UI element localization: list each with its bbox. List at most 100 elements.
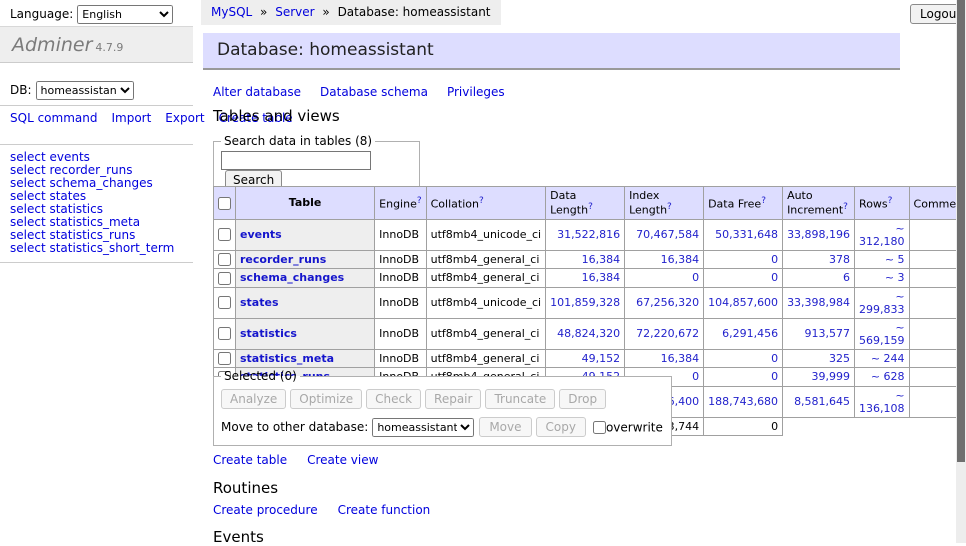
data-length-link[interactable]: 16,384 — [582, 271, 621, 284]
rows-count-link[interactable]: ~ 569,159 — [859, 321, 905, 347]
auto-increment-link[interactable]: 33,898,196 — [787, 228, 850, 241]
language-select[interactable]: English — [77, 5, 173, 24]
auto-increment-link[interactable]: 6 — [843, 271, 850, 284]
column-help-link[interactable]: ? — [888, 196, 893, 206]
overwrite-checkbox[interactable] — [593, 421, 606, 434]
breadcrumb-server-link[interactable]: Server — [275, 5, 314, 19]
column-help-link[interactable]: ? — [761, 196, 766, 206]
auto-increment-cell: 6 — [783, 269, 855, 288]
engine-cell: InnoDB — [375, 250, 426, 269]
rows-count-link[interactable]: ~ 244 — [871, 352, 905, 365]
database-action-link[interactable]: Privileges — [447, 85, 505, 99]
selected-operation-button[interactable]: Truncate — [485, 389, 555, 409]
rows-count-link[interactable]: ~ 312,180 — [859, 222, 905, 248]
database-action-link[interactable]: Alter database — [213, 85, 301, 99]
data-free-link[interactable]: 50,331,648 — [715, 228, 778, 241]
sidebar-divider — [0, 144, 193, 145]
copy-button[interactable]: Copy — [536, 417, 586, 437]
auto-increment-link[interactable]: 33,398,984 — [787, 296, 850, 309]
routine-create-link[interactable]: Create procedure — [213, 503, 318, 517]
row-checkbox[interactable] — [218, 272, 231, 285]
index-length-link[interactable]: 16,384 — [661, 253, 700, 266]
rows-count-link[interactable]: ~ 5 — [885, 253, 905, 266]
move-db-select[interactable]: homeassistant — [372, 418, 474, 437]
auto-increment-link[interactable]: 8,581,645 — [794, 395, 850, 408]
rows-count-link[interactable]: ~ 136,108 — [859, 389, 905, 415]
data-free-link[interactable]: 0 — [771, 352, 778, 365]
selected-fieldset: Selected (0) AnalyzeOptimizeCheckRepairT… — [213, 369, 672, 446]
rows-count-link[interactable]: ~ 628 — [871, 370, 905, 383]
app-logo[interactable]: Adminer — [12, 34, 92, 56]
table-name-link[interactable]: states — [240, 296, 279, 309]
routine-create-link[interactable]: Create function — [338, 503, 431, 517]
scrollbar-thumb[interactable] — [957, 0, 965, 462]
sidebar-action-link[interactable]: Import — [111, 111, 151, 125]
index-length-link[interactable]: 72,220,672 — [636, 327, 699, 340]
data-length-link[interactable]: 48,824,320 — [557, 327, 620, 340]
table-name-cell: schema_changes — [236, 269, 375, 288]
selected-legend: Selected (0) — [221, 369, 300, 383]
table-name-cell: recorder_runs — [236, 250, 375, 269]
search-input[interactable] — [221, 151, 371, 170]
row-checkbox[interactable] — [218, 327, 231, 340]
vertical-scrollbar[interactable] — [956, 0, 966, 543]
db-select[interactable]: homeassistant — [36, 81, 134, 100]
sidebar-action-link[interactable]: Export — [165, 111, 204, 125]
selected-operation-button[interactable]: Analyze — [221, 389, 286, 409]
data-length-link[interactable]: 101,859,328 — [550, 296, 620, 309]
column-help-link[interactable]: ? — [417, 196, 422, 206]
move-button[interactable]: Move — [479, 417, 531, 437]
table-name-link[interactable]: statistics_meta — [240, 352, 334, 365]
row-checkbox[interactable] — [218, 296, 231, 309]
auto-increment-link[interactable]: 378 — [829, 253, 850, 266]
auto-increment-link[interactable]: 325 — [829, 352, 850, 365]
selected-operation-button[interactable]: Check — [366, 389, 421, 409]
index-length-link[interactable]: 16,384 — [661, 352, 700, 365]
column-help-link[interactable]: ? — [588, 202, 593, 212]
auto-increment-link[interactable]: 913,577 — [805, 327, 851, 340]
table-name-link[interactable]: recorder_runs — [240, 253, 326, 266]
row-checkbox[interactable] — [218, 253, 231, 266]
rows-count-link[interactable]: ~ 3 — [885, 271, 905, 284]
column-help-link[interactable]: ? — [843, 202, 848, 212]
data-length-link[interactable]: 31,522,816 — [557, 228, 620, 241]
table-row: events InnoDB utf8mb4_unicode_ci 31,522,… — [214, 219, 966, 250]
create-link[interactable]: Create view — [307, 453, 378, 467]
column-help-link[interactable]: ? — [667, 202, 672, 212]
index-length-link[interactable]: 67,256,320 — [636, 296, 699, 309]
data-free-link[interactable]: 6,291,456 — [722, 327, 778, 340]
sidebar-action-link[interactable]: SQL command — [10, 111, 97, 125]
database-links: Alter database Database schema Privileges — [213, 85, 505, 99]
data-free-link[interactable]: 0 — [771, 253, 778, 266]
rows-count-link[interactable]: ~ 299,833 — [859, 290, 905, 316]
data-length-link[interactable]: 49,152 — [582, 352, 621, 365]
selected-operation-button[interactable]: Optimize — [290, 389, 362, 409]
selected-operations: AnalyzeOptimizeCheckRepairTruncateDrop — [221, 389, 663, 409]
table-name-cell: statistics — [236, 318, 375, 349]
data-length-link[interactable]: 16,384 — [582, 253, 621, 266]
database-action-link[interactable]: Database schema — [320, 85, 428, 99]
breadcrumb-server-type-link[interactable]: MySQL — [211, 5, 252, 19]
selected-operation-button[interactable]: Drop — [559, 389, 606, 409]
column-help-link[interactable]: ? — [479, 196, 484, 206]
row-checkbox[interactable] — [218, 352, 231, 365]
check-all-checkbox[interactable] — [218, 197, 231, 210]
rows-count-cell: ~ 136,108 — [855, 386, 909, 417]
selected-operation-button[interactable]: Repair — [425, 389, 481, 409]
sidebar-select-table-link[interactable]: select statistics_short_term — [10, 242, 174, 255]
index-length-link[interactable]: 70,467,584 — [636, 228, 699, 241]
table-name-link[interactable]: statistics — [240, 327, 297, 340]
data-free-link[interactable]: 0 — [771, 271, 778, 284]
index-length-link[interactable]: 0 — [692, 370, 699, 383]
table-name-link[interactable]: events — [240, 228, 282, 241]
index-length-link[interactable]: 0 — [692, 271, 699, 284]
data-free-cell: 104,857,600 — [704, 287, 783, 318]
create-link[interactable]: Create table — [213, 453, 287, 467]
table-name-link[interactable]: schema_changes — [240, 271, 344, 284]
row-checkbox[interactable] — [218, 228, 231, 241]
table-row: statistics InnoDB utf8mb4_general_ci 48,… — [214, 318, 966, 349]
auto-increment-link[interactable]: 39,999 — [812, 370, 851, 383]
data-free-link[interactable]: 188,743,680 — [708, 395, 778, 408]
data-free-link[interactable]: 104,857,600 — [708, 296, 778, 309]
data-free-link[interactable]: 0 — [771, 370, 778, 383]
